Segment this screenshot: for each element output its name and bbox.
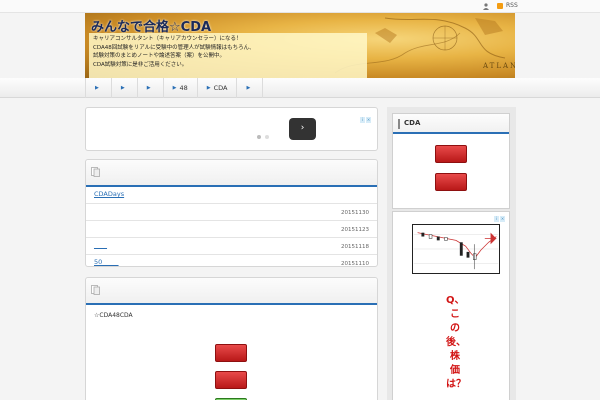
ranking-banner-button[interactable]: [435, 145, 467, 163]
post-link[interactable]: 50_____: [94, 258, 119, 266]
adchoices-icon[interactable]: i ×: [360, 117, 371, 123]
post-date: 20151123: [341, 227, 369, 233]
feature-widget: ☆CDA48CDA: [85, 277, 378, 400]
rss-link[interactable]: RSS: [497, 2, 518, 9]
description-line: CDA48回試験をリアルに受験中の管理人が試験情報はもちろん、: [93, 44, 255, 51]
ad-banner[interactable]: i × ›: [85, 107, 378, 151]
ranking-banner-button[interactable]: [435, 173, 467, 191]
description-line: 試験対策のまとめノートや論述答案（案）を公開中。: [93, 53, 226, 59]
widget-header: CDA: [393, 114, 509, 134]
stock-chart-image: [412, 224, 500, 274]
arrow-right-icon: ▶: [246, 85, 251, 91]
header-banner[interactable]: みんなで合格☆CDA キャリアコンサルタント（キャリアカウンセラー）になる！ C…: [85, 13, 515, 78]
widget-title: CDA: [404, 119, 421, 127]
widget-header: [86, 160, 377, 187]
nav-item-2[interactable]: ▶: [112, 78, 138, 98]
arrow-right-icon: ▶: [172, 85, 177, 91]
ad-copy: Q、この後、株価は？: [446, 295, 466, 390]
post-row[interactable]: ____ 20151118: [86, 238, 377, 255]
nav-item-cda[interactable]: ▶ CDA: [198, 78, 238, 98]
arrow-right-icon: ▶: [120, 85, 125, 91]
post-row[interactable]: CDADays: [86, 187, 377, 204]
adchoices-icon[interactable]: i ×: [494, 216, 505, 222]
rss-label: RSS: [506, 2, 518, 9]
document-icon: [91, 285, 100, 295]
cda-widget: CDA: [392, 113, 510, 209]
arrow-right-icon: ▶: [146, 85, 151, 91]
widget-header: [86, 278, 377, 305]
nav-item-label: CDA: [213, 84, 228, 92]
rss-icon: [497, 2, 503, 9]
nav-item-48[interactable]: ▶ 48: [164, 78, 198, 98]
main-navigation: ▶ ▶ ▶ ▶ 48 ▶ CDA ▶: [0, 78, 600, 98]
post-row[interactable]: 50_____ 20151110: [86, 255, 377, 272]
description-line: キャリアコンサルタント（キャリアカウンセラー）になる！: [93, 36, 242, 42]
post-date: 20151118: [341, 244, 369, 250]
sidebar-ad[interactable]: i × Q、この後、株価は？: [392, 211, 510, 400]
post-link[interactable]: CDADays: [94, 190, 124, 198]
post-row[interactable]: 20151123: [86, 221, 377, 238]
description-line: CDA試験対策に是非ご活用ください。: [93, 61, 188, 68]
arrow-right-icon: ▶: [206, 85, 211, 91]
pagination-dot[interactable]: [257, 135, 261, 139]
post-link[interactable]: ____: [94, 241, 107, 249]
ad-next-button[interactable]: ›: [289, 118, 316, 140]
top-utility-bar: RSS: [0, 0, 600, 13]
feature-text: ☆CDA48CDA: [94, 312, 133, 319]
recent-posts-widget: CDADays 20151130 20151123 ____ 20151118 …: [85, 159, 378, 267]
nav-item-6[interactable]: ▶: [237, 78, 264, 98]
site-description: キャリアコンサルタント（キャリアカウンセラー）になる！ CDA48回試験をリアル…: [89, 33, 367, 78]
nav-item-1[interactable]: ▶: [86, 78, 112, 98]
ad-pagination: [257, 135, 269, 139]
ranking-banner-button[interactable]: [215, 371, 247, 389]
arrow-right-icon: ▶: [95, 85, 99, 91]
document-icon: [91, 167, 100, 177]
post-row[interactable]: 20151130: [86, 204, 377, 221]
map-label: ATLANTIC: [483, 62, 515, 70]
nav-item-label: 48: [179, 84, 188, 92]
ranking-banner-button[interactable]: [215, 344, 247, 362]
person-icon[interactable]: [483, 3, 489, 10]
post-date: 20151110: [341, 261, 369, 267]
pagination-dot[interactable]: [265, 135, 269, 139]
post-date: 20151130: [341, 210, 369, 216]
sidebar: CDA i × Q、この後、株価は？: [387, 107, 516, 400]
nav-item-3[interactable]: ▶: [138, 78, 164, 98]
header-marker: [398, 119, 400, 129]
